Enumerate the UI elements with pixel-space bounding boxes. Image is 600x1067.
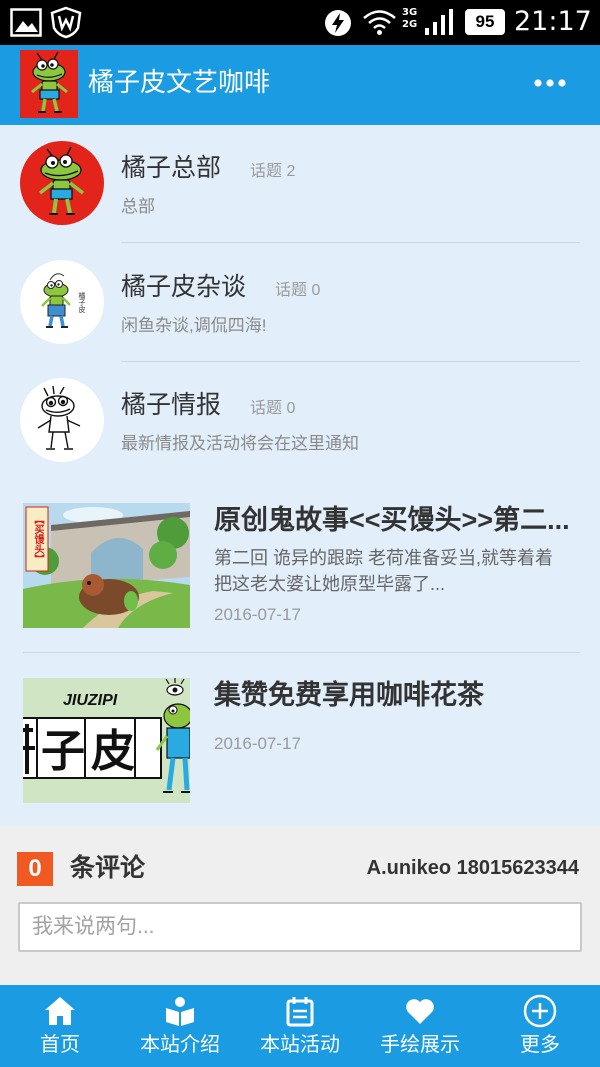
avatar-signature: 橘子皮: [78, 291, 86, 314]
nav-label: 本站活动: [260, 1034, 340, 1056]
page-title: 橘子皮文艺咖啡: [88, 67, 271, 97]
nav-label: 首页: [40, 1034, 80, 1056]
shield-icon: [50, 6, 82, 39]
forum-heading: 橘子皮杂谈 话题 0: [121, 271, 320, 303]
network-secondary: 2G: [402, 19, 418, 30]
battery-icon: 95: [465, 9, 505, 35]
avatar: 橘子皮: [20, 260, 104, 344]
forum-name: 橘子情报: [121, 391, 222, 419]
article-date: 2016-07-17: [214, 734, 301, 753]
current-user: A.unikeo 18015623344: [366, 857, 579, 879]
nav-label: 更多: [520, 1034, 560, 1056]
app-logo: [20, 50, 78, 118]
avatar: [20, 141, 104, 225]
nav-item-home[interactable]: 首页: [0, 985, 120, 1067]
calendar-icon: [286, 997, 314, 1027]
divider: [23, 652, 580, 653]
article-item[interactable]: JIUZIPI 子皮 集赞免费享用咖啡花茶 2016-07-17: [0, 678, 600, 808]
more-icon[interactable]: [532, 71, 568, 95]
signal-icon: [425, 9, 453, 35]
network-primary: 3G: [402, 7, 418, 18]
forum-description: 最新情报及活动将会在这里通知: [121, 434, 359, 453]
topic-count: 话题 0: [275, 282, 321, 299]
watercolor-illustration: [23, 503, 190, 628]
thumbnail-brand-text: JIUZIPI: [63, 692, 118, 709]
article-date: 2016-07-17: [214, 605, 301, 624]
forum-item-headquarters[interactable]: 橘子总部 话题 2 总部: [0, 125, 600, 243]
comment-section: 0 条评论 A.unikeo 18015623344: [0, 826, 600, 985]
nav-item-gallery[interactable]: 手绘展示: [360, 985, 480, 1067]
bottom-nav: 首页 本站介绍 本站活动 手绘展示 更多: [0, 985, 600, 1067]
nav-item-more[interactable]: 更多: [480, 985, 600, 1067]
forum-item-chat[interactable]: 橘子皮 橘子皮杂谈 话题 0 闲鱼杂谈,调侃四海!: [0, 244, 600, 362]
clock: 21:17: [514, 6, 592, 37]
brand-illustration: JIUZIPI 子皮: [23, 678, 190, 803]
forum-item-news[interactable]: 橘子情报 话题 0 最新情报及活动将会在这里通知: [0, 362, 600, 480]
nav-item-about[interactable]: 本站介绍: [120, 985, 240, 1067]
network-type: 3G 2G: [402, 7, 422, 31]
article-excerpt: 第二回 诡异的跟踪 老荷准备妥当,就等着着把这老太婆让她原型毕露了...: [214, 548, 554, 594]
article-thumbnail: 【买馒头】: [23, 503, 190, 628]
app-screen: 3G 2G 95 21:17 橘子皮文艺咖啡 橘子总部 话题 2 总部 橘子皮 …: [0, 0, 600, 1067]
topic-count: 话题 2: [250, 163, 296, 180]
nav-label: 手绘展示: [380, 1034, 460, 1056]
comment-input[interactable]: [18, 902, 582, 952]
forum-heading: 橘子总部 话题 2: [121, 152, 295, 184]
status-bar: 3G 2G 95 21:17: [0, 0, 600, 45]
battery-level: 95: [475, 12, 495, 31]
forum-description: 总部: [121, 197, 155, 216]
forum-name: 橘子总部: [121, 154, 222, 182]
article-title[interactable]: 原创鬼故事<<买馒头>>第二...: [214, 503, 576, 537]
forum-name: 橘子皮杂谈: [121, 273, 247, 301]
plus-circle-icon: [523, 994, 557, 1028]
thumbnail-chars: 子皮: [41, 726, 141, 777]
nav-item-events[interactable]: 本站活动: [240, 985, 360, 1067]
forum-description: 闲鱼杂谈,调侃四海!: [121, 316, 267, 335]
nav-label: 本站介绍: [140, 1034, 220, 1056]
topic-count: 话题 0: [250, 400, 296, 417]
gallery-icon: [10, 8, 42, 37]
article-item[interactable]: 【买馒头】 原创鬼故事<<买馒头>>第二... 第二回 诡异的跟踪 老荷准备妥当…: [0, 503, 600, 633]
home-icon: [45, 997, 75, 1025]
flash-icon: [325, 10, 351, 36]
book-icon: [166, 997, 194, 1026]
forum-heading: 橘子情报 话题 0: [121, 389, 295, 421]
article-thumbnail: JIUZIPI 子皮: [23, 678, 190, 803]
divider: [121, 242, 580, 243]
app-header: 橘子皮文艺咖啡: [0, 45, 600, 125]
thumbnail-caption: 【买馒头】: [32, 514, 43, 564]
comment-count-badge: 0: [17, 852, 53, 886]
wifi-icon: [363, 10, 396, 35]
heart-icon: [406, 999, 434, 1024]
article-title[interactable]: 集赞免费享用咖啡花茶: [214, 678, 576, 712]
avatar: [20, 378, 104, 462]
comment-label: 条评论: [70, 854, 146, 882]
